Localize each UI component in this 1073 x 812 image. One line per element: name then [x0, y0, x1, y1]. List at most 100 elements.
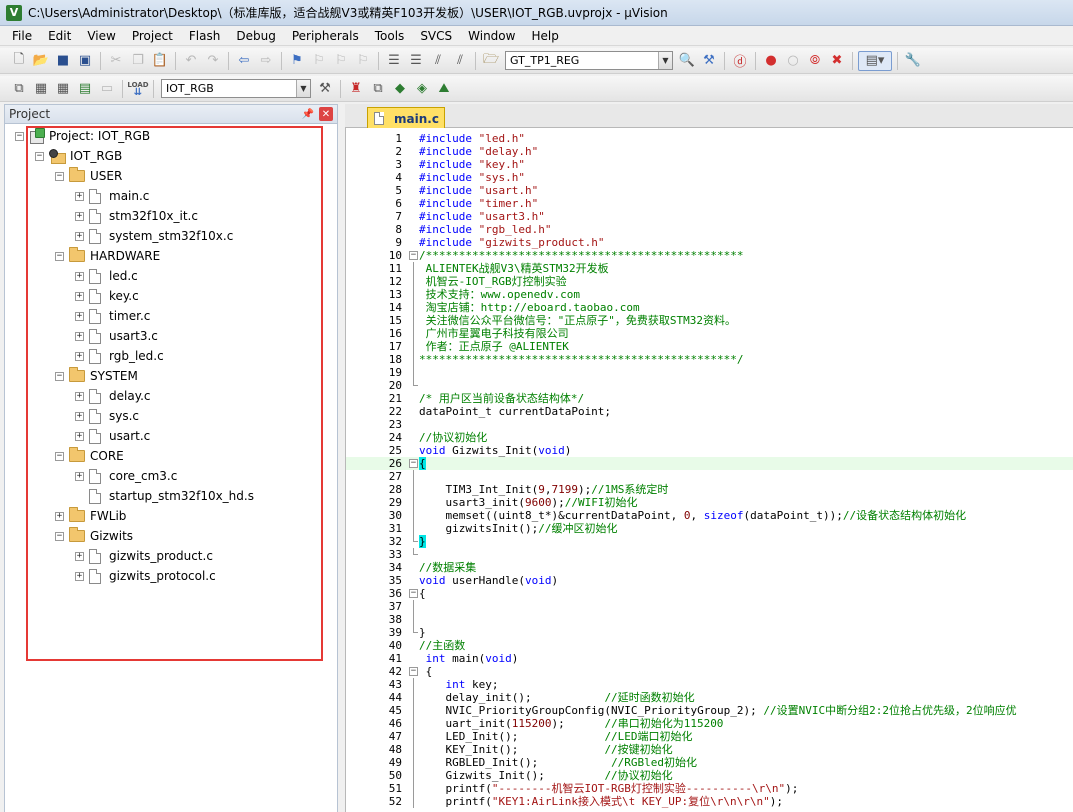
debug-session-icon[interactable]: ⓓ [730, 51, 750, 71]
tree-item-folder[interactable]: − USER [55, 167, 122, 185]
code-line[interactable]: 3 #include "key.h" [346, 158, 1073, 171]
tree-item-file[interactable]: + gizwits_product.c [75, 547, 213, 565]
build-icon[interactable]: ▦ [31, 79, 51, 99]
code-line[interactable]: 2 #include "delay.h" [346, 145, 1073, 158]
code-line[interactable]: 9 #include "gizwits_product.h" [346, 236, 1073, 249]
find-combobox[interactable]: GT_TP1_REG ▼ [505, 51, 673, 70]
find-in-files-icon[interactable]: 🗁 [481, 51, 501, 71]
collapse-icon[interactable]: − [55, 171, 64, 181]
menu-debug[interactable]: Debug [228, 26, 283, 46]
fold-collapse-icon[interactable]: − [409, 251, 418, 260]
code-line[interactable]: 22 dataPoint_t currentDataPoint; [346, 405, 1073, 418]
expand-icon[interactable]: + [75, 311, 84, 321]
disable-all-breakpoints-icon[interactable]: ⦾ [805, 51, 825, 71]
code-line[interactable]: 42− { [346, 665, 1073, 678]
undo-icon[interactable]: ↶ [181, 51, 201, 71]
manage-run-time-env-icon[interactable]: ◆ [390, 79, 410, 99]
pin-icon[interactable]: 📌 [301, 109, 315, 120]
code-line[interactable]: 43 int key; [346, 678, 1073, 691]
code-line[interactable]: 49 RGBLED_Init(); //RGBled初始化 [346, 756, 1073, 769]
code-line[interactable]: 34 //数据采集 [346, 561, 1073, 574]
expand-icon[interactable]: + [55, 511, 64, 521]
expand-icon[interactable]: + [75, 571, 84, 581]
tree-item-file[interactable]: + stm32f10x_it.c [75, 207, 198, 225]
code-line[interactable]: 41 int main(void) [346, 652, 1073, 665]
menu-edit[interactable]: Edit [40, 26, 79, 46]
chevron-down-icon[interactable]: ▼ [658, 52, 672, 69]
expand-icon[interactable]: + [75, 471, 84, 481]
indent-icon[interactable]: ☰ [384, 51, 404, 71]
collapse-icon[interactable]: − [55, 531, 64, 541]
tree-item-folder[interactable]: + FWLib [55, 507, 126, 525]
fold-collapse-icon[interactable]: − [409, 459, 418, 468]
menu-project[interactable]: Project [124, 26, 181, 46]
unindent-icon[interactable]: ☰ [406, 51, 426, 71]
code-line[interactable]: 37 [346, 600, 1073, 613]
code-line[interactable]: 45 NVIC_PriorityGroupConfig(NVIC_Priorit… [346, 704, 1073, 717]
expand-icon[interactable]: + [75, 391, 84, 401]
stop-build-icon[interactable]: ▭ [97, 79, 117, 99]
code-line[interactable]: 19 [346, 366, 1073, 379]
code-line[interactable]: 14 淘宝店铺：http://eboard.taobao.com [346, 301, 1073, 314]
bookmark-next-icon[interactable]: ⚐ [331, 51, 351, 71]
configure-icon[interactable]: 🔧 [903, 51, 923, 71]
code-line[interactable]: 20 [346, 379, 1073, 392]
expand-icon[interactable]: + [75, 411, 84, 421]
expand-icon[interactable]: + [75, 191, 84, 201]
code-line[interactable]: 38 [346, 613, 1073, 626]
tree-item-file[interactable]: + delay.c [75, 387, 151, 405]
expand-icon[interactable]: + [75, 211, 84, 221]
code-editor[interactable]: 1 #include "led.h" 2 #include "delay.h" 3 #in… [345, 128, 1073, 812]
expand-icon[interactable]: + [75, 231, 84, 241]
menu-peripherals[interactable]: Peripherals [284, 26, 367, 46]
code-line[interactable]: 47 LED_Init(); //LED端口初始化 [346, 730, 1073, 743]
tree-item-file[interactable]: + key.c [75, 287, 139, 305]
code-line[interactable]: 50 Gizwits_Init(); //协议初始化 [346, 769, 1073, 782]
code-line[interactable]: 23 [346, 418, 1073, 431]
fold-collapse-icon[interactable]: − [409, 667, 418, 676]
incremental-find-icon[interactable]: ⚒ [699, 51, 719, 71]
menu-svcs[interactable]: SVCS [412, 26, 460, 46]
window-layout-icon[interactable]: ▤▾ [858, 50, 892, 71]
rebuild-icon[interactable]: ▦ [53, 79, 73, 99]
menu-file[interactable]: File [4, 26, 40, 46]
code-line[interactable]: 32} [346, 535, 1073, 548]
tree-item-file[interactable]: + rgb_led.c [75, 347, 164, 365]
close-icon[interactable]: ✕ [319, 107, 333, 121]
tree-item-file[interactable]: + usart3.c [75, 327, 158, 345]
code-line[interactable]: 33 [346, 548, 1073, 561]
code-line[interactable]: 13 技术支持：www.openedv.com [346, 288, 1073, 301]
comment-icon[interactable]: ⫽ [428, 51, 448, 71]
tree-item-file[interactable]: + timer.c [75, 307, 150, 325]
expand-icon[interactable]: + [75, 271, 84, 281]
code-line[interactable]: 18 **************************************… [346, 353, 1073, 366]
code-line[interactable]: 6 #include "timer.h" [346, 197, 1073, 210]
tree-item-file[interactable]: + main.c [75, 187, 149, 205]
save-all-icon[interactable]: ▣ [75, 51, 95, 71]
code-line[interactable]: 40 //主函数 [346, 639, 1073, 652]
code-line[interactable]: 4 #include "sys.h" [346, 171, 1073, 184]
menu-flash[interactable]: Flash [181, 26, 228, 46]
collapse-icon[interactable]: − [35, 151, 44, 161]
code-line[interactable]: 5 #include "usart.h" [346, 184, 1073, 197]
code-line[interactable]: 46 uart_init(115200); //串口初始化为115200 [346, 717, 1073, 730]
code-line[interactable]: 10−/************************************… [346, 249, 1073, 262]
menu-tools[interactable]: Tools [367, 26, 413, 46]
code-line[interactable]: 30 memset((uint8_t*)&currentDataPoint, 0… [346, 509, 1073, 522]
code-line[interactable]: 36−{ [346, 587, 1073, 600]
code-line[interactable]: 24 //协议初始化 [346, 431, 1073, 444]
code-line[interactable]: 52 printf("KEY1:AirLink接入模式\t KEY_UP:复位\… [346, 795, 1073, 808]
tree-item-target[interactable]: − IOT_RGB [35, 147, 122, 165]
tree-item-project[interactable]: − Project: IOT_RGB [15, 127, 150, 145]
target-select[interactable]: IOT_RGB ▼ [161, 79, 311, 98]
menu-help[interactable]: Help [523, 26, 566, 46]
tree-item-file[interactable]: + sys.c [75, 407, 139, 425]
code-line[interactable]: 28 TIM3_Int_Init(9,7199);//1MS系统定时 [346, 483, 1073, 496]
translate-icon[interactable]: ⧉ [9, 79, 29, 99]
expand-icon[interactable]: + [75, 351, 84, 361]
kill-all-breakpoints-icon[interactable]: ✖ [827, 51, 847, 71]
menu-window[interactable]: Window [460, 26, 523, 46]
code-line[interactable]: 15 关注微信公众平台微信号："正点原子"，免费获取STM32资料。 [346, 314, 1073, 327]
chevron-down-icon[interactable]: ▼ [296, 80, 310, 97]
bookmark-prev-icon[interactable]: ⚐ [309, 51, 329, 71]
